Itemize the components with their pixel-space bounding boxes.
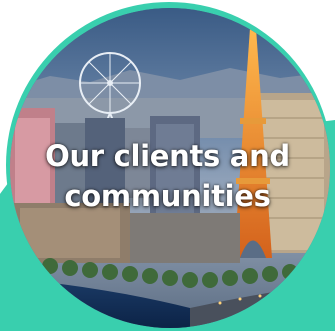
caption-line-1: Our clients and — [45, 139, 290, 173]
tile[interactable]: Our clients and communities — [0, 0, 335, 331]
caption-line-2: communities — [64, 179, 271, 213]
caption-heading: Our clients and communities — [0, 136, 335, 216]
